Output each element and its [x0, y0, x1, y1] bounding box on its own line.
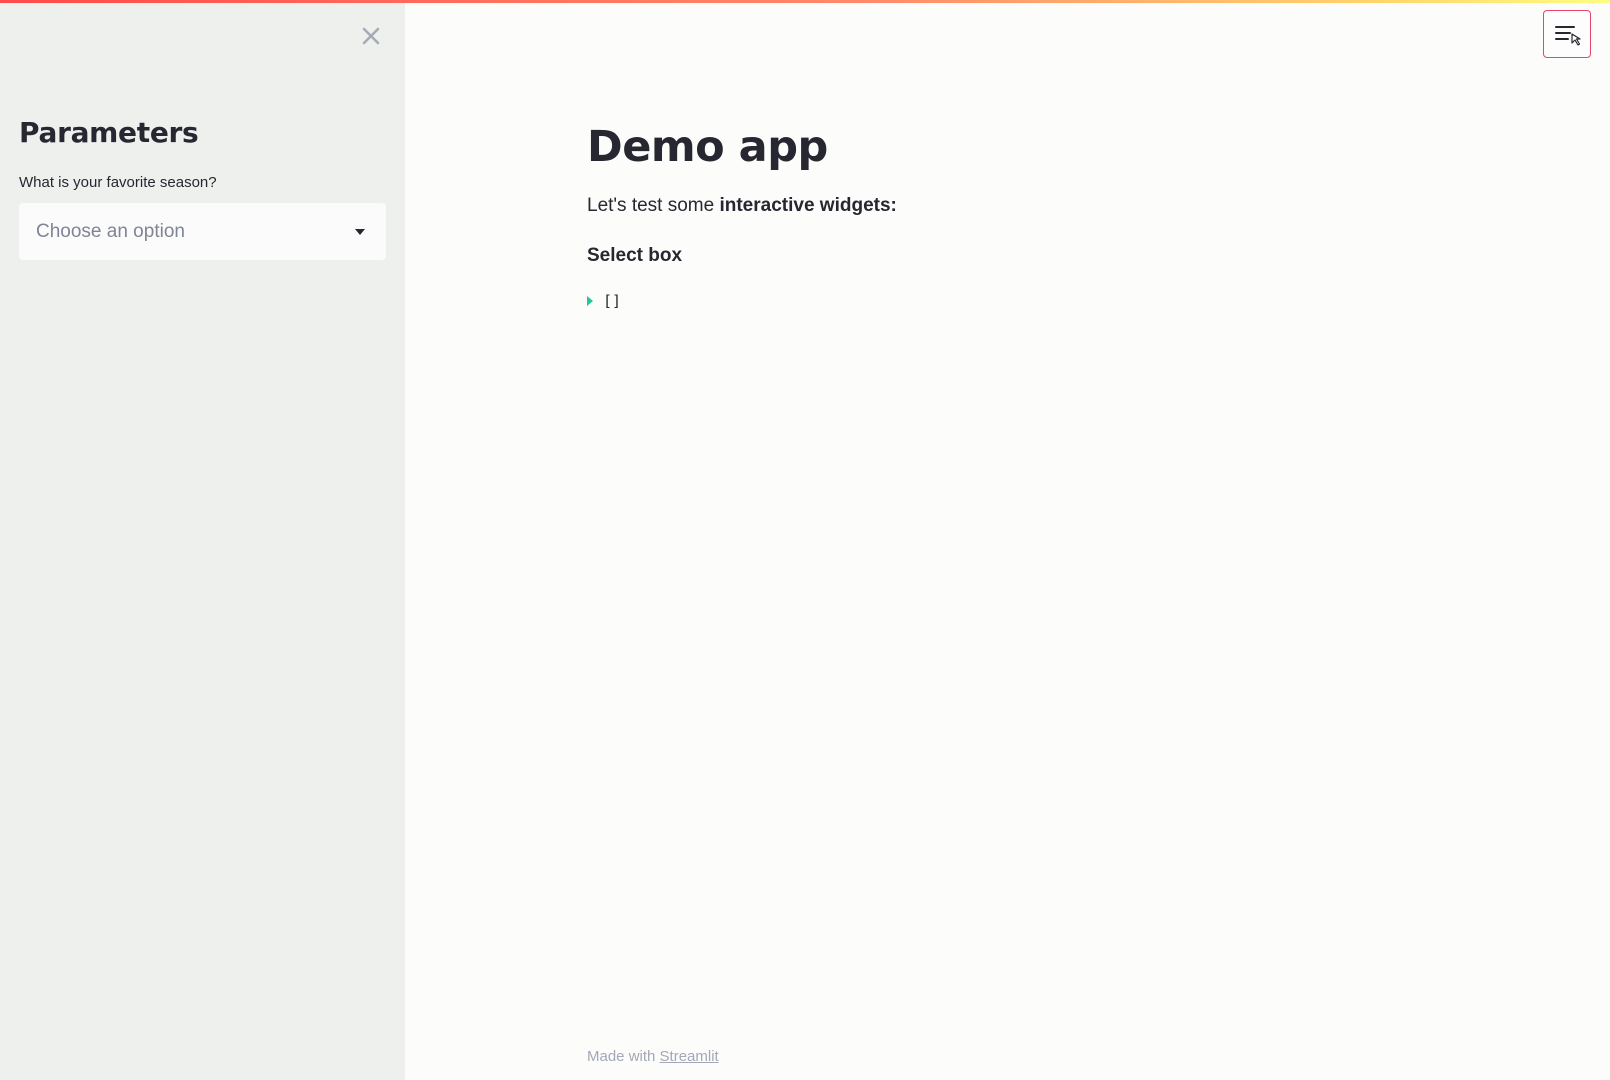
- json-value: []: [603, 292, 622, 310]
- top-decoration-bar: [0, 0, 1610, 3]
- json-output[interactable]: []: [587, 292, 621, 310]
- hamburger-menu-icon: [1555, 26, 1581, 46]
- streamlit-link[interactable]: Streamlit: [660, 1048, 719, 1065]
- caret-down-icon: [355, 228, 365, 235]
- select-box-heading: Select box: [587, 245, 683, 266]
- close-icon: [362, 27, 380, 45]
- season-select-placeholder: Choose an option: [36, 220, 185, 242]
- main-menu-button[interactable]: [1543, 10, 1591, 58]
- season-select-label: What is your favorite season?: [19, 174, 217, 191]
- page-title: Demo app: [587, 122, 828, 172]
- expand-toggle-icon[interactable]: [587, 296, 593, 306]
- close-sidebar-button[interactable]: [359, 24, 383, 48]
- intro-text-prefix: Let's test some: [587, 195, 720, 216]
- intro-text-bold: interactive widgets:: [719, 195, 897, 216]
- footer-prefix: Made with: [587, 1048, 660, 1065]
- sidebar: Parameters What is your favorite season?…: [0, 0, 405, 1080]
- sidebar-title: Parameters: [19, 116, 199, 149]
- intro-text: Let's test some interactive widgets:: [587, 195, 897, 217]
- footer: Made with Streamlit: [587, 1048, 719, 1065]
- season-select[interactable]: Choose an option: [19, 203, 386, 260]
